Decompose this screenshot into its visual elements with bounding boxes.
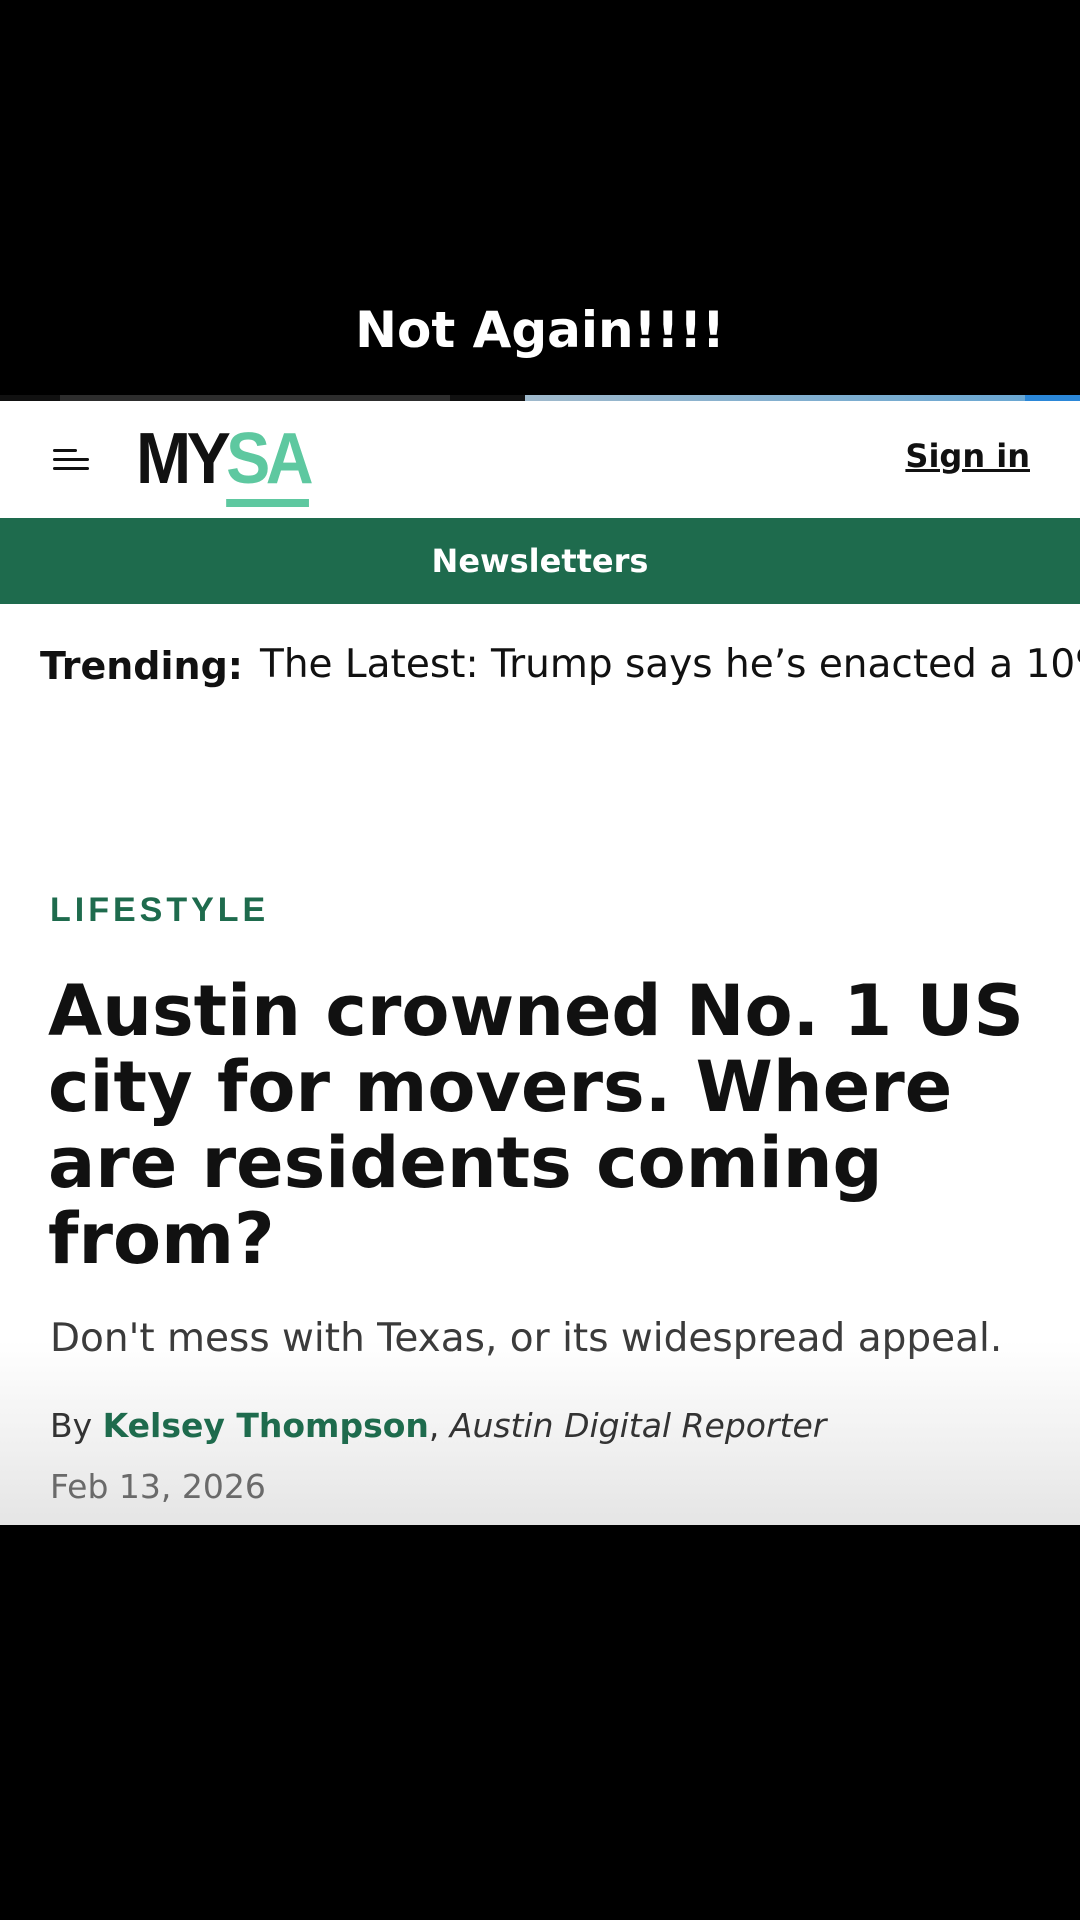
author-role: Austin Digital Reporter: [449, 1406, 827, 1445]
trending-bar: Trending: The Latest: Trump says he’s en…: [0, 604, 1080, 714]
news-article-screenshot: MYSA Sign in Newsletters Trending: The L…: [0, 401, 1080, 1525]
trending-label: Trending:: [40, 644, 243, 688]
site-header: MYSA Sign in: [0, 401, 1080, 518]
hamburger-menu-icon[interactable]: [50, 443, 96, 477]
sign-in-link[interactable]: Sign in: [905, 437, 1030, 475]
article-byline: By Kelsey Thompson, Austin Digital Repor…: [50, 1406, 826, 1445]
video-caption: Not Again!!!!: [355, 301, 725, 359]
article-headline: Austin crowned No. 1 US city for movers.…: [48, 970, 1024, 1280]
publish-date: Feb 13, 2026: [50, 1467, 266, 1506]
menu-line: [53, 467, 89, 470]
article-dek: Don't mess with Texas, or its widespread…: [50, 1316, 1003, 1361]
author-link[interactable]: Kelsey Thompson: [103, 1406, 429, 1445]
logo-text-my: MY: [136, 419, 231, 499]
logo-text-sa: SA: [226, 419, 314, 507]
menu-line: [53, 458, 89, 461]
newsletters-bar[interactable]: Newsletters: [0, 518, 1080, 604]
article-category[interactable]: LIFESTYLE: [50, 891, 269, 930]
site-logo[interactable]: MYSA: [136, 419, 314, 507]
video-frame: Not Again!!!! MYSA Sign in Newsletters T…: [0, 0, 1080, 1920]
byline-separator: ,: [428, 1406, 440, 1445]
trending-headline-link[interactable]: The Latest: Trump says he’s enacted a 10…: [260, 642, 1080, 687]
menu-line: [53, 449, 77, 452]
byline-prefix: By: [50, 1406, 93, 1445]
